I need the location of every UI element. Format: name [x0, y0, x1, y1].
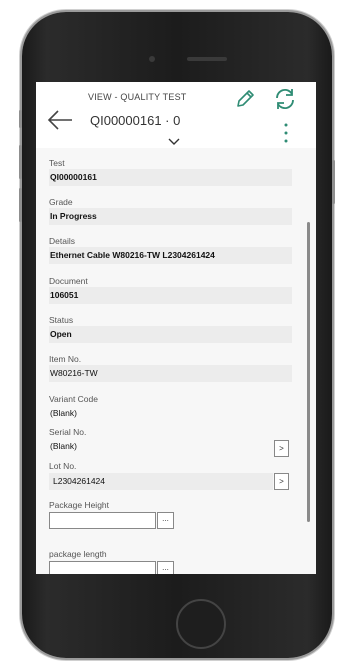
scrollbar[interactable]: [307, 222, 310, 522]
package-length-assist-button[interactable]: ...: [157, 561, 174, 574]
package-height-assist-button[interactable]: ...: [157, 512, 174, 529]
package-height-input[interactable]: [49, 512, 156, 529]
pencil-icon[interactable]: [234, 88, 256, 110]
page-title: QI00000161 · 0: [90, 113, 181, 128]
page-header: VIEW - QUALITY TEST QI00000161 · 0: [36, 82, 316, 148]
grade-value[interactable]: In Progress: [49, 208, 292, 225]
status-value[interactable]: Open: [49, 326, 292, 343]
item-no-value[interactable]: W80216-TW: [49, 365, 292, 382]
field-label: Test: [49, 158, 65, 168]
field-variant-code: Variant Code (Blank): [49, 394, 292, 422]
lot-no-lookup-button[interactable]: >: [274, 473, 289, 490]
app-screen: VIEW - QUALITY TEST QI00000161 · 0 Test …: [36, 82, 316, 574]
volume-up-button: [19, 145, 22, 179]
field-list: Test QI00000161 Grade In Progress Detail…: [36, 148, 316, 574]
field-test: Test QI00000161: [49, 158, 292, 186]
more-vertical-icon[interactable]: [280, 122, 292, 144]
test-value[interactable]: QI00000161: [49, 169, 292, 186]
refresh-icon[interactable]: [273, 87, 297, 111]
field-status: Status Open: [49, 315, 292, 343]
mute-switch: [19, 110, 22, 128]
package-height-label: Package Height: [49, 500, 110, 510]
chevron-down-icon[interactable]: [168, 138, 180, 146]
lot-no-label: Lot No.: [49, 461, 77, 471]
back-arrow-icon[interactable]: [46, 108, 74, 132]
field-label: Status: [49, 315, 74, 325]
field-label: Serial No.: [49, 427, 87, 437]
details-value[interactable]: Ethernet Cable W80216-TW L2304261424: [49, 247, 292, 264]
field-document: Document 106051: [49, 276, 292, 304]
field-grade: Grade In Progress: [49, 197, 292, 225]
field-label: Grade: [49, 197, 73, 207]
speaker: [187, 57, 227, 61]
field-label: Variant Code: [49, 394, 98, 404]
camera: [149, 56, 155, 62]
serial-no-lookup-button[interactable]: >: [274, 440, 289, 457]
field-serial-no: Serial No. (Blank): [49, 427, 292, 455]
variant-code-value: (Blank): [50, 408, 77, 418]
field-label: Item No.: [49, 354, 82, 364]
field-item-no: Item No. W80216-TW: [49, 354, 292, 382]
field-label: Document: [49, 276, 88, 286]
package-length-label: package length: [49, 549, 107, 559]
serial-no-value: (Blank): [50, 441, 77, 451]
field-label: Details: [49, 236, 75, 246]
page-subtitle: VIEW - QUALITY TEST: [88, 92, 187, 102]
power-button: [332, 160, 335, 204]
lot-no-value[interactable]: L2304261424: [49, 473, 273, 490]
document-value[interactable]: 106051: [49, 287, 292, 304]
field-details: Details Ethernet Cable W80216-TW L230426…: [49, 236, 292, 264]
volume-down-button: [19, 188, 22, 222]
home-button[interactable]: [176, 599, 226, 649]
package-length-input[interactable]: [49, 561, 156, 574]
